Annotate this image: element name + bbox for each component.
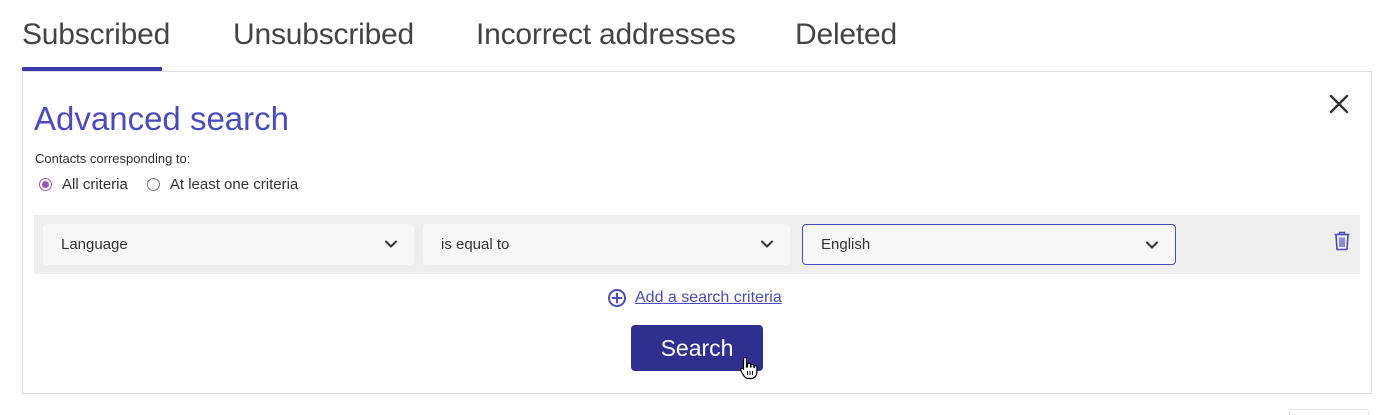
delete-criteria-button[interactable]	[1333, 231, 1351, 251]
tab-unsubscribed[interactable]: Unsubscribed	[233, 18, 414, 52]
add-search-criteria-label[interactable]: Add a search criteria	[635, 289, 782, 307]
tab-incorrect-addresses[interactable]: Incorrect addresses	[476, 18, 736, 52]
value-select[interactable]: English	[802, 224, 1176, 265]
operator-select[interactable]: is equal to	[423, 224, 790, 265]
field-select[interactable]: Language	[43, 224, 414, 265]
criteria-match-label: Contacts corresponding to:	[35, 151, 191, 166]
chevron-down-icon	[384, 237, 398, 251]
panel-title: Advanced search	[34, 100, 289, 137]
chevron-down-icon	[1145, 238, 1159, 252]
criteria-row: Language is equal to English	[34, 215, 1360, 274]
tab-subscribed[interactable]: Subscribed	[22, 18, 170, 52]
radio-all-criteria[interactable]: All criteria	[39, 176, 128, 193]
radio-at-least-one-criteria-label: At least one criteria	[169, 176, 299, 193]
operator-select-value: is equal to	[441, 236, 510, 253]
radio-unchecked-icon[interactable]	[146, 178, 160, 191]
tab-bar: Subscribed Unsubscribed Incorrect addres…	[22, 0, 1372, 72]
value-select-value: English	[821, 236, 871, 253]
chevron-down-icon	[760, 237, 774, 251]
radio-checked-icon[interactable]	[39, 178, 52, 191]
close-button[interactable]	[1327, 92, 1351, 116]
close-icon	[1329, 94, 1349, 114]
plus-circle-icon	[607, 288, 627, 308]
trash-icon	[1334, 231, 1350, 251]
advanced-search-panel: Advanced search Contacts corresponding t…	[22, 71, 1372, 394]
add-search-criteria-link[interactable]: Add a search criteria	[607, 288, 782, 308]
bottom-divider	[1289, 409, 1369, 415]
radio-at-least-one-criteria[interactable]: At least one criteria	[146, 176, 299, 193]
field-select-value: Language	[61, 236, 128, 253]
radio-all-criteria-label: All criteria	[62, 176, 128, 193]
criteria-match-radio-group: All criteria At least one criteria	[39, 176, 317, 193]
tab-deleted[interactable]: Deleted	[795, 18, 897, 52]
search-button[interactable]: Search	[631, 325, 763, 371]
